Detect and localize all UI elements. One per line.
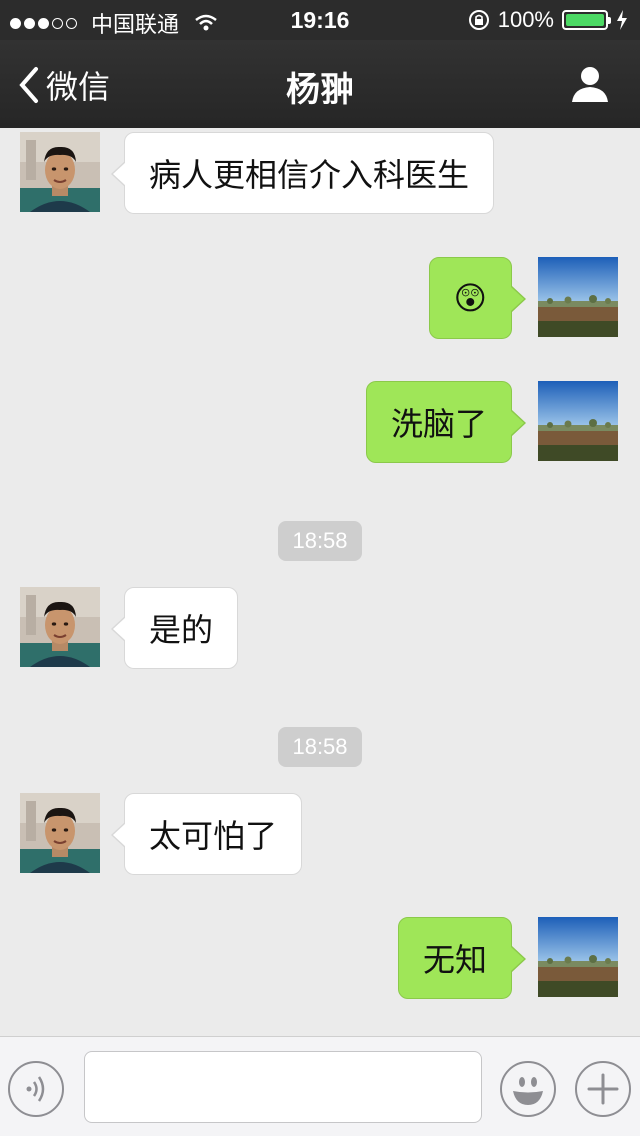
- emoji-button[interactable]: [500, 1061, 556, 1117]
- message-text: 洗脑了: [390, 405, 487, 443]
- smiley-icon: [513, 1077, 543, 1105]
- chat-area[interactable]: 病人更相信介入科医生 😲 洗脑了 18:58 是的 18:58 太可怕了 无知: [0, 128, 640, 1036]
- incoming-bubble[interactable]: 太可怕了: [110, 793, 303, 875]
- battery-icon: [562, 10, 611, 30]
- more-button[interactable]: [575, 1061, 631, 1117]
- outgoing-bubble[interactable]: 无知: [397, 917, 527, 999]
- my-avatar[interactable]: [538, 917, 618, 997]
- incoming-bubble[interactable]: 是的: [110, 587, 239, 669]
- message-input[interactable]: [84, 1051, 482, 1123]
- voice-button[interactable]: [8, 1061, 64, 1117]
- my-avatar[interactable]: [538, 381, 618, 461]
- timestamp: 18:58: [278, 521, 362, 561]
- rotation-lock-icon: [468, 10, 489, 30]
- my-avatar[interactable]: [538, 257, 618, 337]
- navigation-bar: 微信 杨翀: [0, 40, 640, 128]
- outgoing-bubble[interactable]: 洗脑了: [365, 381, 527, 463]
- battery-percent: 100%: [497, 7, 554, 32]
- timestamp: 18:58: [278, 727, 362, 767]
- contact-avatar[interactable]: [20, 132, 100, 212]
- contact-avatar[interactable]: [20, 793, 100, 873]
- message-text: 病人更相信介入科医生: [149, 156, 470, 194]
- input-bar: [0, 1036, 640, 1136]
- person-icon[interactable]: [570, 64, 610, 104]
- emoji-message: 😲: [453, 279, 487, 317]
- message-text: 太可怕了: [149, 817, 278, 855]
- lightning-icon: [617, 10, 627, 30]
- message-text: 无知: [422, 941, 487, 979]
- outgoing-bubble[interactable]: 😲: [428, 257, 527, 339]
- contact-avatar[interactable]: [20, 587, 100, 667]
- status-right: 100%: [468, 7, 628, 33]
- plus-icon: [587, 1073, 619, 1105]
- message-text: 是的: [149, 611, 214, 649]
- incoming-bubble[interactable]: 病人更相信介入科医生: [110, 132, 495, 214]
- chat-title: 杨翀: [286, 70, 354, 110]
- status-bar: 中国联通 19:16 100%: [0, 0, 640, 40]
- voice-icon: [26, 1076, 45, 1102]
